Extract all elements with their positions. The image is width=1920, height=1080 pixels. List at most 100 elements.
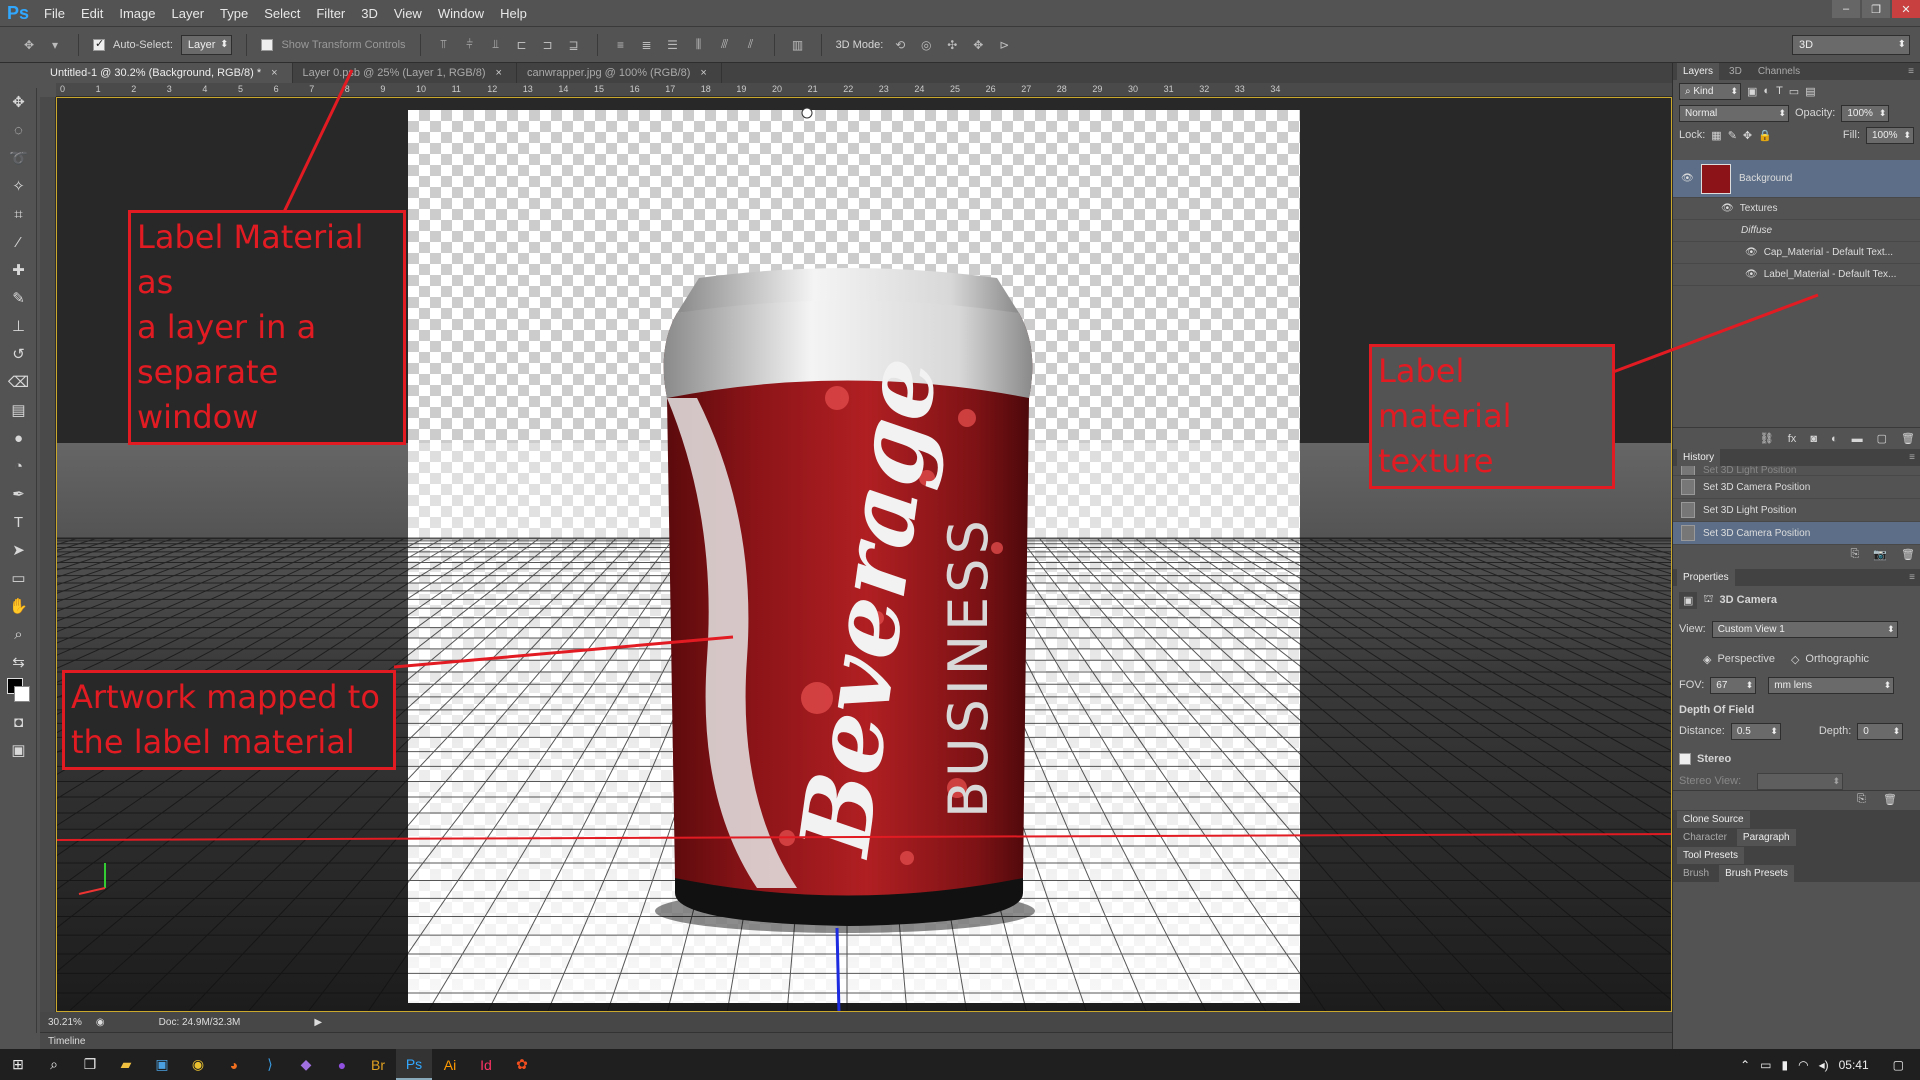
workspace-dropdown[interactable]: 3D	[1792, 34, 1910, 55]
bridge-icon[interactable]: Br	[360, 1049, 396, 1080]
distribute-top-icon[interactable]: ≡	[612, 36, 630, 54]
fx-icon[interactable]: fx	[1788, 433, 1797, 445]
fill-input[interactable]: 100%	[1866, 126, 1914, 144]
orbit-3d-icon[interactable]: ⟲	[891, 36, 909, 54]
tab-properties[interactable]: Properties	[1677, 569, 1735, 586]
layer-cap-material[interactable]: 👁 Cap_Material - Default Text...	[1673, 242, 1920, 264]
tab-canwrapper[interactable]: canwrapper.jpg @ 100% (RGB/8) ×	[517, 63, 722, 83]
magic-wand-icon[interactable]: ✧	[0, 172, 37, 200]
layer-background[interactable]: 👁 Background	[1673, 160, 1920, 198]
adjustment-icon[interactable]: ◐	[1831, 433, 1838, 445]
tab-clone-source[interactable]: Clone Source	[1677, 810, 1750, 828]
depth-input[interactable]: 0	[1857, 722, 1904, 740]
healing-brush-icon[interactable]: ✚	[0, 256, 37, 284]
menu-type[interactable]: Type	[212, 0, 256, 27]
restore-button[interactable]: ❐	[1862, 0, 1890, 18]
panel-menu-icon[interactable]: ≡	[1909, 572, 1915, 583]
menu-select[interactable]: Select	[256, 0, 308, 27]
minimize-button[interactable]: –	[1832, 0, 1860, 18]
file-explorer-icon[interactable]: ▰	[108, 1049, 144, 1080]
stereo-checkbox[interactable]	[1679, 753, 1691, 765]
eye-icon[interactable]: 👁	[1745, 269, 1758, 280]
menu-3d[interactable]: 3D	[353, 0, 386, 27]
lock-all-icon[interactable]: 🔒	[1758, 129, 1772, 142]
tab-3d[interactable]: 3D	[1723, 63, 1748, 80]
filter-shape-icon[interactable]: ▭	[1789, 85, 1799, 98]
opacity-input[interactable]: 100%	[1841, 104, 1890, 122]
filter-smart-icon[interactable]: ▤	[1805, 85, 1815, 98]
lock-position-icon[interactable]: ✥	[1743, 129, 1752, 142]
eye-icon[interactable]: 👁	[1745, 247, 1758, 258]
tray-chevron-icon[interactable]: ⌃	[1740, 1058, 1750, 1072]
lasso-tool-icon[interactable]: ➰	[0, 144, 37, 172]
firefox-icon[interactable]: ◕	[216, 1049, 252, 1080]
filter-pixel-icon[interactable]: ▣	[1747, 85, 1757, 98]
history-brush-icon[interactable]: ↺	[0, 340, 37, 368]
volume-icon[interactable]: ◂)	[1819, 1058, 1829, 1072]
clone-stamp-icon[interactable]: ⊥	[0, 312, 37, 340]
tab-brush[interactable]: Brush	[1677, 865, 1715, 882]
layer-diffuse[interactable]: Diffuse	[1673, 220, 1920, 242]
mask-icon[interactable]: ◙	[1810, 433, 1817, 445]
tab-paragraph[interactable]: Paragraph	[1736, 828, 1796, 846]
distribute-middle-icon[interactable]: ≣	[638, 36, 656, 54]
layer-textures[interactable]: 👁 Textures	[1673, 198, 1920, 220]
move-tool-icon[interactable]: ✥	[20, 36, 38, 54]
task-view-icon[interactable]: ❐	[72, 1049, 108, 1080]
auto-select-dropdown[interactable]: Layer	[180, 34, 233, 55]
timeline-panel-tab[interactable]: Timeline	[40, 1032, 1672, 1049]
distance-input[interactable]: 0.5	[1730, 722, 1781, 740]
auto-select-checkbox[interactable]	[93, 37, 105, 51]
align-center-icon[interactable]: ⊐	[539, 36, 557, 54]
tab-tool-presets[interactable]: Tool Presets	[1677, 846, 1745, 864]
trash-icon[interactable]: 🗑	[1883, 793, 1897, 806]
history-item[interactable]: Set 3D Camera Position	[1673, 476, 1920, 499]
brush-tool-icon[interactable]: ✎	[0, 284, 37, 312]
menu-layer[interactable]: Layer	[164, 0, 213, 27]
lens-dropdown[interactable]: mm lens	[1768, 676, 1895, 694]
new-icon[interactable]: ⎘	[1857, 793, 1866, 806]
color-swatches[interactable]	[0, 676, 37, 708]
hand-tool-icon[interactable]: ✋	[0, 592, 37, 620]
pan-3d-icon[interactable]: ✣	[943, 36, 961, 54]
zoom-tool-icon[interactable]: ⌕	[0, 620, 37, 648]
store-icon[interactable]: ▣	[144, 1049, 180, 1080]
tool-preset-chevron-icon[interactable]: ▾	[46, 36, 64, 54]
battery-icon[interactable]: ▮	[1782, 1058, 1789, 1072]
gradient-tool-icon[interactable]: ▤	[0, 396, 37, 424]
align-middle-icon[interactable]: ⫩	[461, 36, 479, 54]
view-dropdown[interactable]: Custom View 1	[1711, 620, 1898, 638]
status-menu-arrow-icon[interactable]: ▶	[314, 1017, 322, 1028]
search-icon[interactable]: ⌕	[36, 1049, 72, 1080]
move-tool-icon[interactable]: ✥	[0, 88, 37, 116]
trash-icon[interactable]: 🗑	[1901, 432, 1915, 445]
history-item-selected[interactable]: Set 3D Camera Position	[1673, 522, 1920, 545]
align-top-icon[interactable]: ⫪	[435, 36, 453, 54]
new-document-icon[interactable]: ⎘	[1851, 548, 1860, 561]
close-icon[interactable]: ×	[700, 67, 706, 79]
quick-mask-icon[interactable]: ◘	[0, 708, 37, 736]
camera-icon[interactable]: 📷	[1873, 548, 1887, 561]
zoom-level[interactable]: 30.21%	[48, 1017, 82, 1028]
path-select-icon[interactable]: ➤	[0, 536, 37, 564]
tab-brush-presets[interactable]: Brush Presets	[1719, 864, 1794, 882]
tab-history[interactable]: History	[1677, 449, 1721, 466]
menu-filter[interactable]: Filter	[308, 0, 353, 27]
trash-icon[interactable]: 🗑	[1901, 548, 1915, 561]
panel-menu-icon[interactable]: ≡	[1909, 452, 1915, 463]
notification-icon[interactable]: ▢	[1893, 1058, 1904, 1072]
lock-pixels-icon[interactable]: ✎	[1728, 129, 1737, 142]
menu-edit[interactable]: Edit	[73, 0, 111, 27]
menu-window[interactable]: Window	[430, 0, 492, 27]
pen-tool-icon[interactable]: ✒	[0, 480, 37, 508]
menu-help[interactable]: Help	[492, 0, 535, 27]
chrome-icon[interactable]: ◉	[180, 1049, 216, 1080]
menu-file[interactable]: File	[36, 0, 73, 27]
dodge-tool-icon[interactable]: ◔	[0, 452, 37, 480]
default-colors-icon[interactable]: ⇆	[0, 648, 37, 676]
menu-image[interactable]: Image	[111, 0, 163, 27]
align-bottom-icon[interactable]: ⫫	[487, 36, 505, 54]
tab-layer-0-psb[interactable]: Layer 0.psb @ 25% (Layer 1, RGB/8) ×	[293, 63, 517, 83]
filter-adjust-icon[interactable]: ◐	[1763, 85, 1770, 97]
eyedropper-icon[interactable]: ⁄	[0, 228, 37, 256]
